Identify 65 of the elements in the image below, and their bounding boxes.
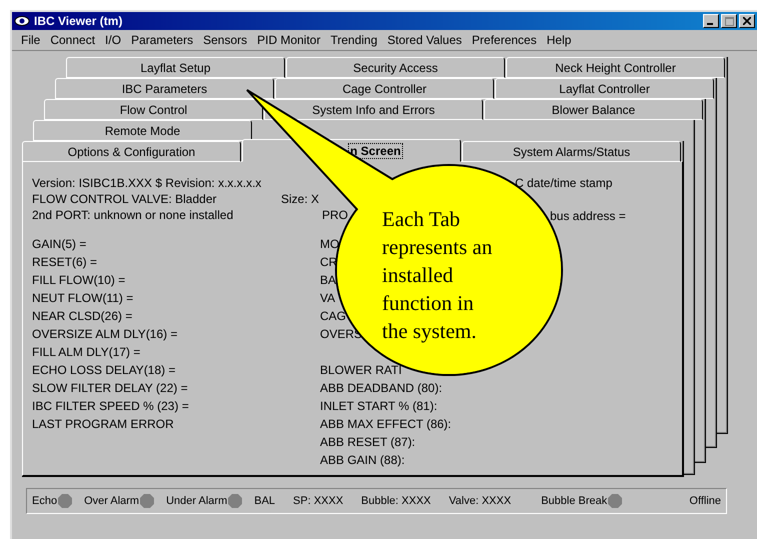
status-label: Bubble: XXXX bbox=[361, 495, 431, 507]
parameter-label: MO bbox=[320, 236, 340, 253]
minimize-button[interactable] bbox=[703, 14, 719, 28]
parameter-label: SLOW FILTER DELAY (22) = bbox=[32, 380, 188, 397]
tab[interactable]: Blower Balance bbox=[484, 99, 703, 120]
status-label: Over Alarm bbox=[84, 495, 140, 507]
parameter-label: ABB MAX EFFECT (86): bbox=[320, 416, 452, 433]
menu-item[interactable]: Parameters bbox=[126, 33, 198, 47]
parameter-label: ECHO LOSS DELAY(18) = bbox=[32, 362, 176, 379]
status-label: Offline bbox=[689, 495, 721, 507]
parameter-label: OVERSIZE ALM DLY(16) = bbox=[32, 326, 178, 343]
menu-item[interactable]: File bbox=[16, 33, 46, 47]
parameter-label: FILL FLOW(10) = bbox=[32, 272, 126, 289]
info-text: FLOW CONTROL VALVE: Bladder bbox=[32, 191, 216, 207]
parameter-label: ABB DEADBAND (80): bbox=[320, 380, 442, 397]
tab[interactable]: Security Access bbox=[286, 57, 505, 78]
menu-item[interactable]: Sensors bbox=[198, 33, 252, 47]
info-text: 2nd PORT: unknown or none installed bbox=[32, 207, 234, 223]
parameter-label: NEUT FLOW(11) = bbox=[32, 290, 134, 307]
menu-item[interactable]: PID Monitor bbox=[252, 33, 326, 47]
status-label: BAL bbox=[254, 495, 276, 507]
menu-item[interactable]: Preferences bbox=[466, 33, 542, 47]
section-heading: PRO bbox=[321, 207, 348, 223]
tab[interactable]: Layflat Setup bbox=[66, 57, 285, 78]
close-button[interactable] bbox=[739, 14, 755, 28]
tab[interactable]: Remote Mode bbox=[33, 120, 252, 141]
info-text: bus address = bbox=[550, 208, 626, 224]
close-icon bbox=[743, 17, 751, 25]
tab[interactable]: Neck Height Controller bbox=[506, 57, 725, 78]
parameter-label: NEAR CLSD(26) = bbox=[32, 308, 132, 325]
tab[interactable]: Options & Configuration bbox=[22, 141, 241, 162]
status-label: Bubble Break bbox=[541, 495, 608, 507]
info-text: Version: ISIBC1B.XXX $ Revision: x.x.x.x.x bbox=[32, 175, 262, 191]
tab[interactable]: Layflat Controller bbox=[495, 78, 714, 99]
parameter-label: GAIN(5) = bbox=[32, 236, 86, 253]
size-label: Size: X bbox=[281, 191, 320, 207]
parameter-label: ABB GAIN (88): bbox=[320, 452, 405, 469]
status-label: SP: XXXX bbox=[293, 495, 344, 507]
parameter-label: LAST PROGRAM ERROR bbox=[32, 416, 174, 433]
menu-item[interactable]: I/O bbox=[100, 33, 126, 47]
tab[interactable]: Cage Controller bbox=[275, 78, 494, 99]
status-label: Under Alarm bbox=[166, 495, 228, 507]
menu-item[interactable]: Stored Values bbox=[382, 33, 467, 47]
menu-item[interactable]: Connect bbox=[45, 33, 100, 47]
eye-icon bbox=[14, 14, 30, 28]
callout-text: Each Tab represents an installed function in the system. bbox=[382, 206, 492, 345]
menu-item[interactable]: Help bbox=[542, 33, 576, 47]
parameter-label: BLOWER RATI bbox=[320, 362, 402, 379]
status-label: Valve: XXXX bbox=[448, 495, 512, 507]
tab[interactable]: IBC Parameters bbox=[55, 78, 274, 99]
tab[interactable]: System Info and Errors bbox=[264, 99, 483, 120]
tab[interactable]: Flow Control bbox=[44, 99, 263, 120]
tab[interactable]: System Alarms/Status bbox=[462, 141, 681, 162]
parameter-label: FILL ALM DLY(17) = bbox=[32, 344, 140, 361]
parameter-label: BA bbox=[320, 272, 336, 289]
parameter-label: IBC FILTER SPEED % (23) = bbox=[32, 398, 189, 415]
maximize-icon bbox=[724, 16, 734, 26]
parameter-label: ABB RESET (87): bbox=[320, 434, 416, 451]
parameter-label: RESET(6) = bbox=[32, 254, 98, 271]
parameter-label: INLET START % (81): bbox=[320, 398, 438, 415]
menu-item[interactable]: Trending bbox=[325, 33, 382, 47]
parameter-label: VA bbox=[320, 290, 336, 307]
parameter-label: CAG bbox=[320, 308, 346, 325]
status-label: Echo bbox=[32, 495, 58, 507]
window-title: IBC Viewer (tm) bbox=[34, 14, 124, 28]
